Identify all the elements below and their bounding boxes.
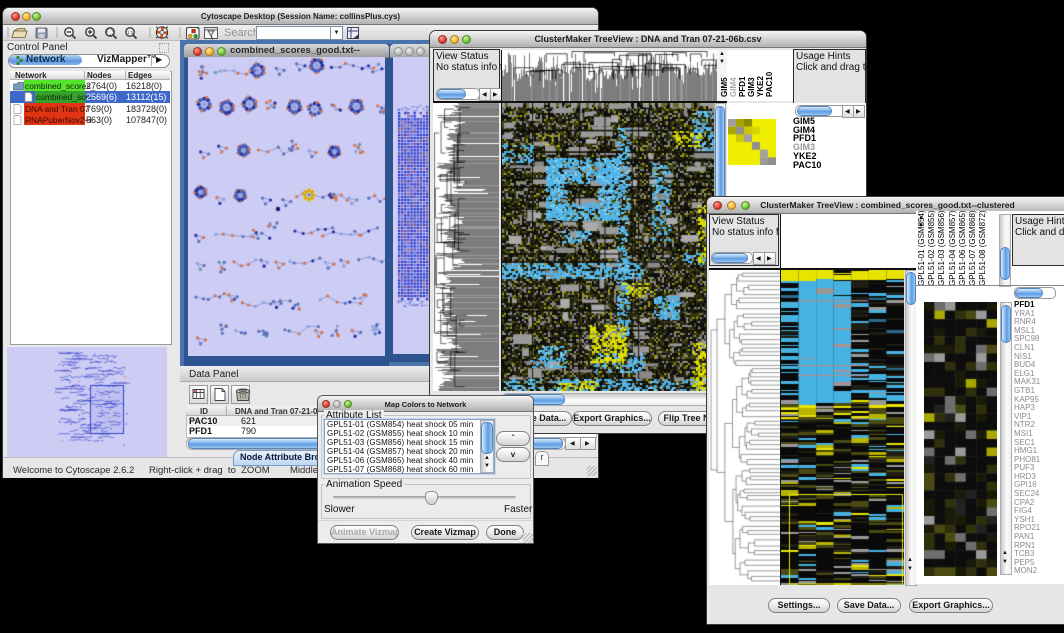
svg-text:1:1: 1:1	[127, 30, 134, 35]
